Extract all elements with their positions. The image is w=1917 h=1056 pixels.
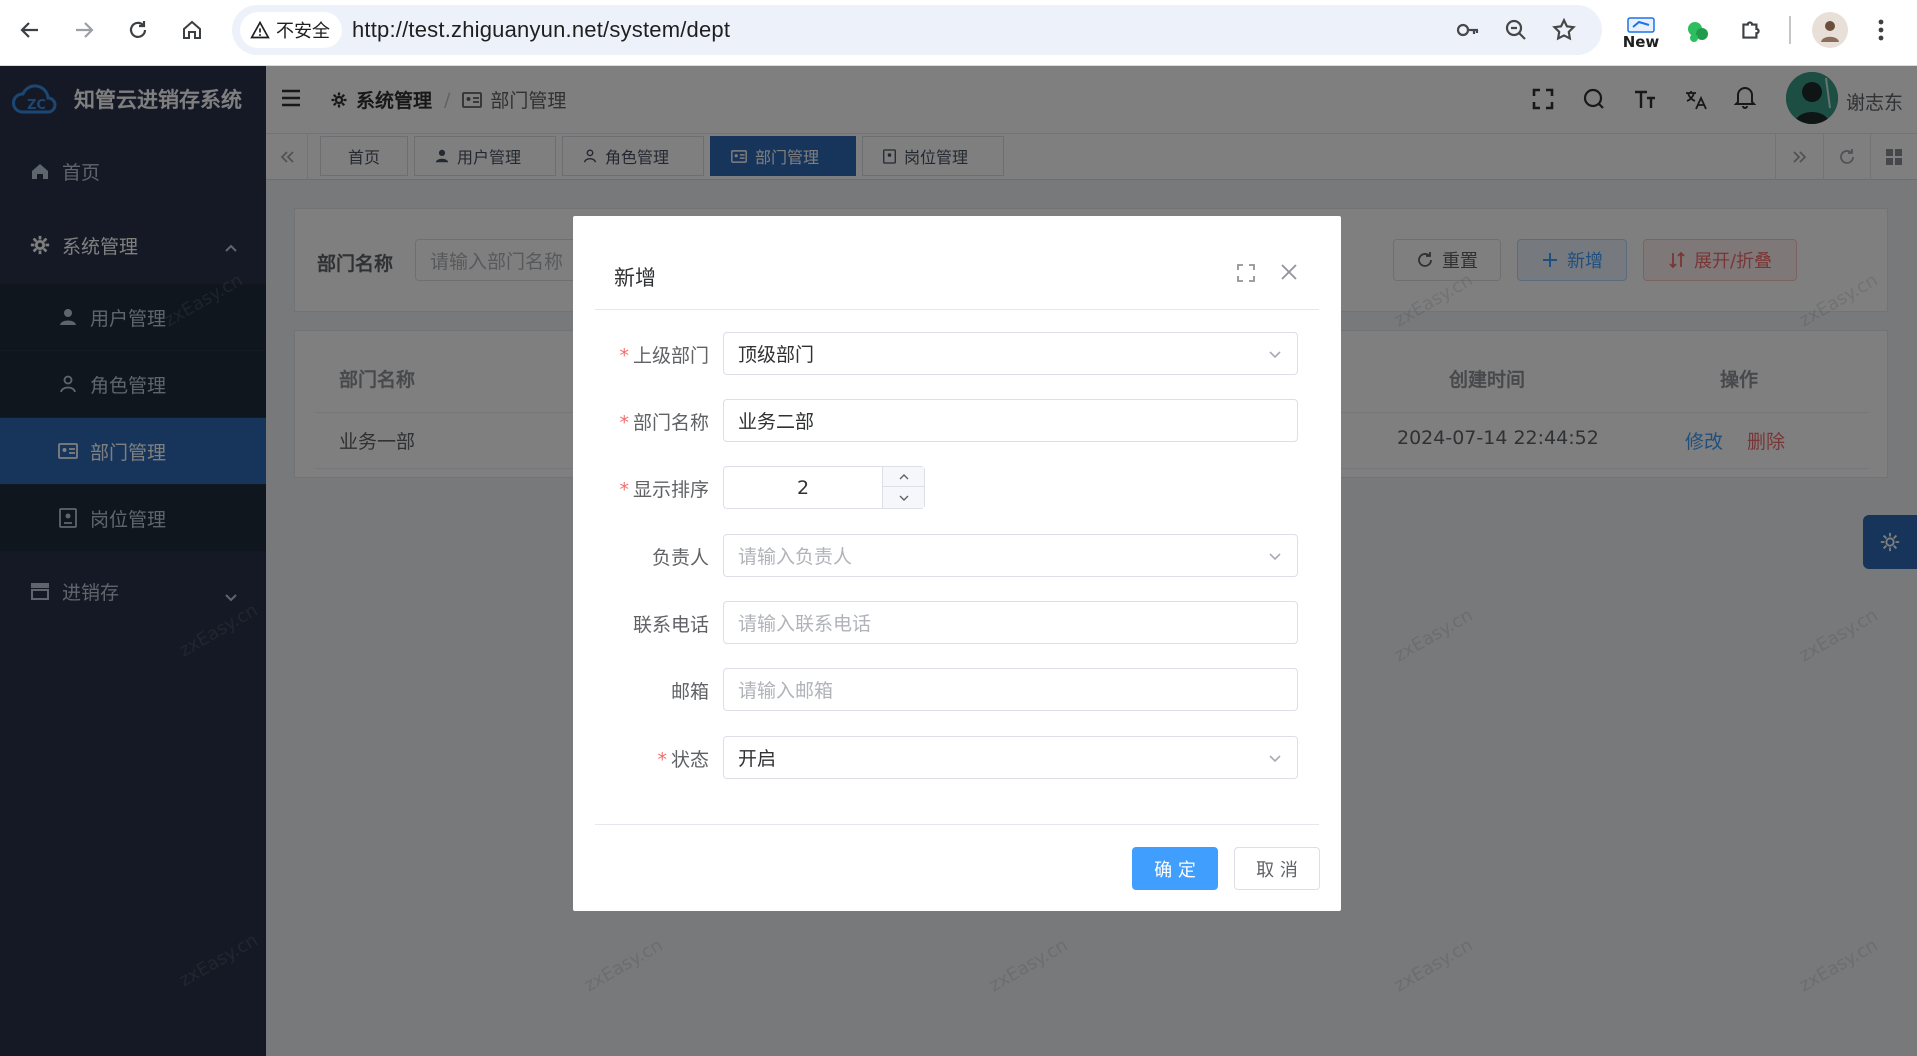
divider [595,309,1319,310]
evernote-extension-icon[interactable] [1680,14,1716,50]
browser-toolbar: 不安全 http://test.zhiguanyun.net/system/de… [0,0,1917,66]
toolbar-divider [1789,16,1791,44]
security-chip[interactable]: 不安全 [240,12,342,48]
leader-select[interactable]: 请输入负责人 [723,534,1298,577]
warning-icon [250,20,270,39]
zoom-icon[interactable] [1502,16,1530,44]
parent-dept-label: * 上级部门 [619,345,709,367]
back-icon[interactable] [12,12,48,48]
chevron-down-icon [1267,547,1283,569]
add-dept-dialog: 新增 * 上级部门 顶级部门 * 部门名称 业务二部 * 显示排序 2 负责人 请输入… [573,216,1341,911]
dialog-title: 新增 [614,266,656,290]
email-input[interactable]: 请输入邮箱 [723,668,1298,711]
close-icon[interactable] [1280,263,1298,285]
status-label: * 状态 [657,749,709,771]
address-bar[interactable]: 不安全 http://test.zhiguanyun.net/system/de… [232,5,1602,55]
chevron-down-icon [1267,345,1283,367]
chevron-up-icon [899,473,908,479]
new-tab-feature-icon[interactable]: New [1622,10,1660,58]
url-text[interactable]: http://test.zhiguanyun.net/system/dept [352,17,730,43]
key-icon[interactable] [1454,16,1482,44]
email-label: 邮箱 [670,681,709,703]
forward-icon[interactable] [66,12,102,48]
increment-button[interactable] [882,467,924,487]
bookmark-star-icon[interactable] [1550,16,1578,44]
new-badge: New [1622,33,1660,51]
profile-avatar-icon[interactable] [1812,12,1848,48]
reload-icon[interactable] [120,12,156,48]
sort-order-value[interactable]: 2 [724,467,882,508]
dept-name-input[interactable]: 业务二部 [723,399,1298,442]
confirm-button[interactable]: 确 定 [1132,847,1218,890]
status-value: 开启 [738,748,777,770]
phone-label: 联系电话 [632,614,709,636]
parent-dept-value: 顶级部门 [738,344,815,366]
browser-menu-icon[interactable] [1866,12,1896,48]
chevron-down-icon [1267,749,1283,771]
security-label: 不安全 [276,21,330,42]
status-select[interactable]: 开启 [723,736,1298,779]
cancel-button[interactable]: 取 消 [1234,847,1320,890]
sort-order-stepper[interactable]: 2 [723,466,925,509]
divider [595,824,1319,825]
extensions-puzzle-icon[interactable] [1733,12,1769,48]
maximize-icon[interactable] [1237,264,1255,286]
sort-order-label: * 显示排序 [619,479,709,501]
dept-name-label: * 部门名称 [619,412,709,434]
phone-input[interactable]: 请输入联系电话 [723,601,1298,644]
parent-dept-select[interactable]: 顶级部门 [723,332,1298,375]
leader-label: 负责人 [651,547,709,569]
chevron-down-icon [899,495,908,501]
decrement-button[interactable] [882,487,924,508]
home-icon[interactable] [174,12,210,48]
leader-placeholder: 请输入负责人 [738,546,853,568]
